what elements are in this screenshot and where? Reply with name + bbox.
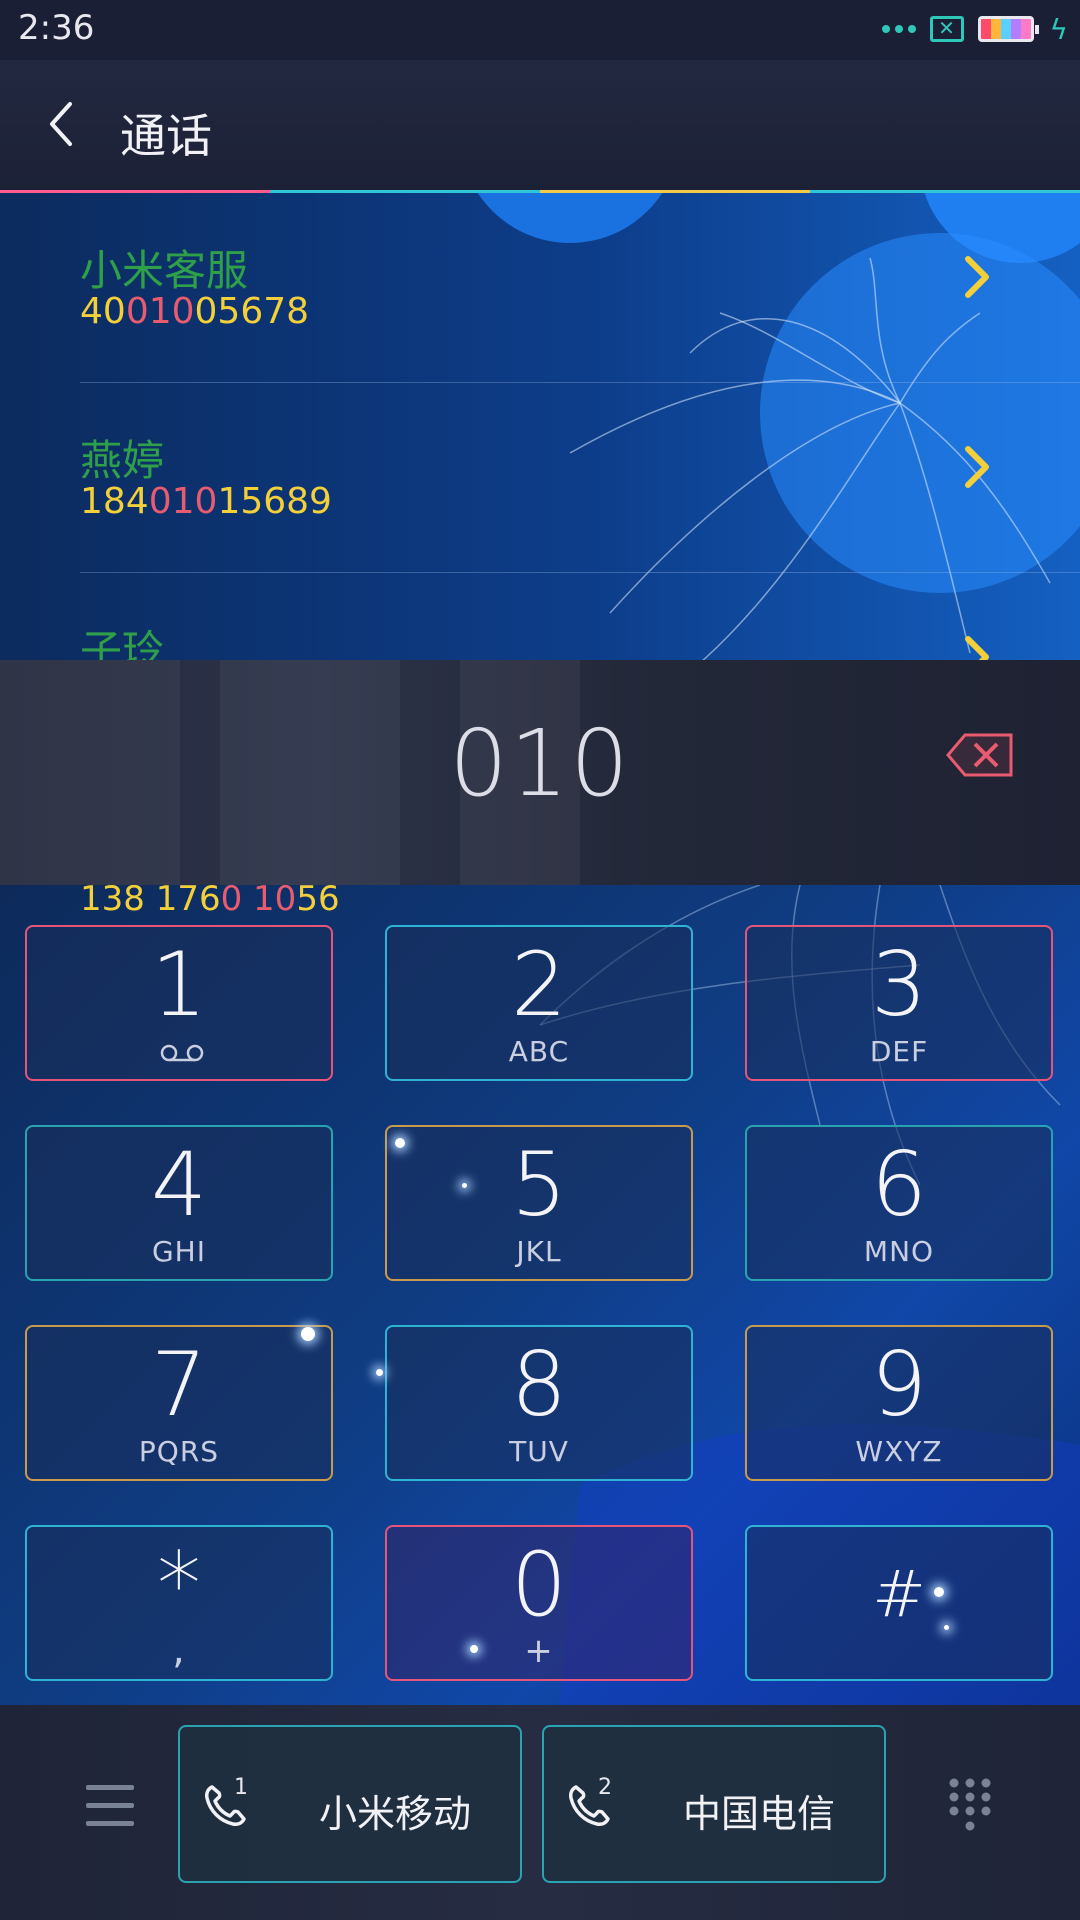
carrier-label: 小米移动: [318, 1792, 471, 1836]
delete-button[interactable]: [945, 732, 1015, 778]
chevron-right-icon: [965, 636, 989, 660]
key-letters: TUV: [509, 1435, 569, 1468]
key-digit: 3: [871, 933, 927, 1036]
contact-detail-button[interactable]: [962, 255, 992, 299]
back-button[interactable]: [40, 96, 88, 152]
contact-name: 小米客服: [80, 246, 249, 295]
sparkle: [934, 1587, 944, 1597]
dialpad-toggle-button[interactable]: [948, 1777, 992, 1833]
call-sim1-button[interactable]: 1 小米移动: [178, 1725, 522, 1883]
key-letters: +: [524, 1631, 554, 1671]
sparkle: [470, 1645, 478, 1653]
dial-input-panel: 010: [0, 660, 1080, 885]
page-title: 通话: [120, 109, 212, 163]
contact-match-list: 小米客服 4001005678 燕婷 18401015689 子玲: [0, 193, 1080, 660]
sparkle: [376, 1369, 383, 1376]
bottom-bar: 1 小米移动 2 中国电信: [0, 1705, 1080, 1920]
key-digit: 7: [151, 1333, 207, 1436]
key-letters: GHI: [151, 1235, 206, 1268]
key-4[interactable]: 4 GHI: [25, 1125, 333, 1281]
key-digit: *: [157, 1533, 201, 1636]
key-9[interactable]: 9 WXYZ: [745, 1325, 1053, 1481]
backspace-icon: [946, 733, 1013, 777]
chevron-right-icon: [965, 256, 989, 298]
partial-contact-number: 138 1760 1056: [80, 885, 340, 919]
key-8[interactable]: 8 TUV: [385, 1325, 693, 1481]
sparkle: [395, 1138, 405, 1148]
key-digit: 8: [511, 1333, 567, 1436]
key-0[interactable]: 0 +: [385, 1525, 693, 1681]
charging-icon: ϟ: [1049, 12, 1068, 46]
entered-number: 010: [449, 710, 631, 817]
contact-detail-button[interactable]: [962, 635, 992, 660]
key-letters: ,: [172, 1627, 186, 1673]
sparkle: [301, 1327, 315, 1341]
key-digit: 4: [151, 1133, 207, 1236]
key-5[interactable]: 5 JKL: [385, 1125, 693, 1281]
key-star[interactable]: * ,: [25, 1525, 333, 1681]
key-letters: PQRS: [138, 1435, 220, 1468]
key-1[interactable]: 1: [25, 925, 333, 1081]
header: 通话: [0, 60, 1080, 192]
contact-number: 18401015689: [80, 481, 332, 522]
key-letters: DEF: [869, 1035, 929, 1068]
contact-row[interactable]: 子玲: [0, 573, 1080, 660]
contact-number: 4001005678: [80, 291, 310, 332]
key-digit: 9: [871, 1333, 927, 1436]
key-letters: WXYZ: [855, 1435, 943, 1468]
key-digit: 2: [511, 933, 567, 1036]
key-digit: 1: [151, 933, 207, 1036]
key-hash[interactable]: #: [745, 1525, 1053, 1681]
chevron-left-icon: [50, 102, 72, 146]
key-digit: 5: [511, 1133, 567, 1236]
contact-row[interactable]: 小米客服 4001005678: [0, 193, 1080, 383]
status-bar: 2:36 ✕ ϟ: [0, 0, 1080, 60]
key-7[interactable]: 7 PQRS: [25, 1325, 333, 1481]
signal-dots-icon: [881, 25, 916, 33]
contact-name: 子玲: [80, 626, 165, 660]
battery-icon: [977, 16, 1039, 42]
key-2[interactable]: 2 ABC: [385, 925, 693, 1081]
sparkle: [462, 1183, 467, 1188]
status-time: 2:36: [18, 8, 95, 48]
hamburger-menu-icon[interactable]: [86, 1785, 134, 1827]
carrier-label: 中国电信: [682, 1792, 835, 1836]
sim-index: 1: [234, 1775, 248, 1800]
key-letters: ABC: [508, 1035, 570, 1068]
status-icons: ✕ ϟ: [881, 12, 1068, 46]
key-digit: 0: [511, 1533, 567, 1636]
dialpad-icon: [949, 1778, 991, 1831]
sim-disabled-icon: ✕: [929, 16, 964, 42]
contact-row[interactable]: 燕婷 18401015689: [0, 383, 1080, 573]
sim-index: 2: [598, 1775, 612, 1800]
contact-name: 燕婷: [80, 436, 165, 485]
contact-detail-button[interactable]: [962, 445, 992, 489]
voicemail-icon: [159, 1043, 205, 1063]
key-letters: MNO: [863, 1235, 935, 1268]
key-digit: #: [872, 1558, 926, 1632]
key-letters: JKL: [516, 1235, 562, 1268]
key-6[interactable]: 6 MNO: [745, 1125, 1053, 1281]
key-3[interactable]: 3 DEF: [745, 925, 1053, 1081]
keypad: 138 1760 1056 1 2 ABC 3 DEF 4 GHI 5 JKL …: [0, 885, 1080, 1705]
call-sim2-button[interactable]: 2 中国电信: [542, 1725, 886, 1883]
sparkle: [944, 1625, 949, 1630]
chevron-right-icon: [965, 446, 989, 488]
key-digit: 6: [871, 1133, 927, 1236]
